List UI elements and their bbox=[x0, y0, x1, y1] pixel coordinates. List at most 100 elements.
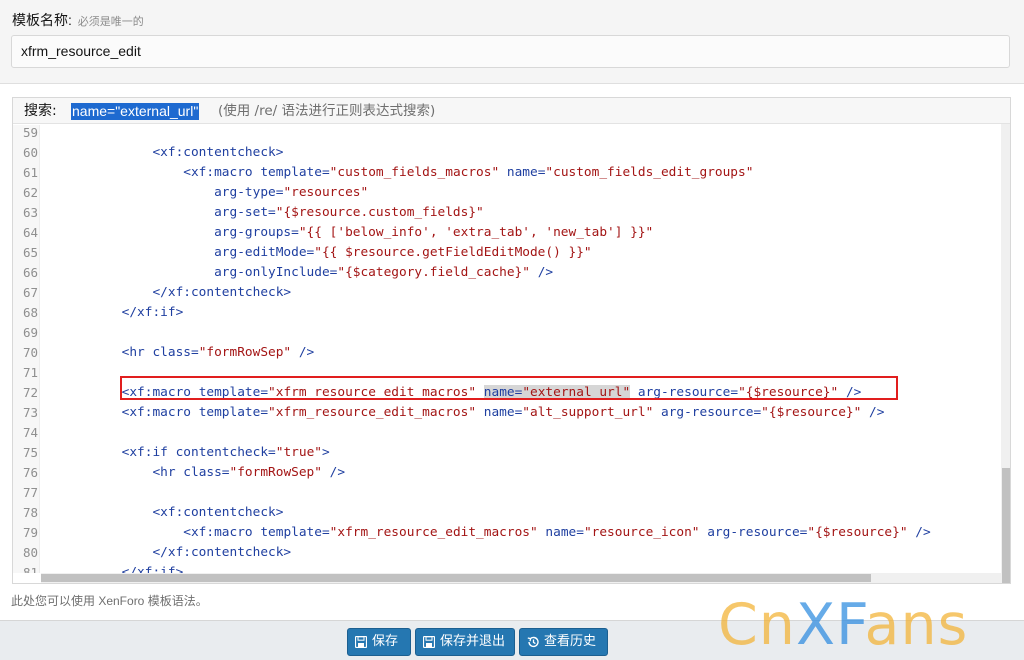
code-text: </xf:if> bbox=[60, 303, 184, 323]
code-text: <xf:if contentcheck="true"> bbox=[60, 443, 330, 463]
code-token: /> bbox=[861, 405, 885, 420]
code-token: </xf:contentcheck> bbox=[60, 285, 292, 300]
code-line[interactable]: 70 <hr class="formRowSep" /> bbox=[13, 343, 1001, 363]
line-number: 73 bbox=[22, 405, 38, 420]
code-text: <xf:macro template="xfrm_resource_edit_m… bbox=[60, 403, 885, 423]
code-token: </xf:if> bbox=[60, 565, 184, 573]
line-number: 74 bbox=[22, 425, 38, 440]
code-line[interactable]: 63 arg-set="{$resource.custom_fields}" bbox=[13, 203, 1001, 223]
code-line[interactable]: 62 arg-type="resources" bbox=[13, 183, 1001, 203]
code-text: arg-type="resources" bbox=[60, 183, 368, 203]
line-number: 77 bbox=[22, 485, 38, 500]
line-number: 63 bbox=[22, 205, 38, 220]
line-number: 65 bbox=[22, 245, 38, 260]
code-token: /> bbox=[907, 525, 931, 540]
search-bar: 搜索: name="external_url" (使用 /re/ 语法进行正则表… bbox=[13, 98, 1010, 124]
code-token: arg-set= bbox=[60, 205, 276, 220]
code-line[interactable]: 61 <xf:macro template="custom_fields_mac… bbox=[13, 163, 1001, 183]
code-token: /> bbox=[321, 465, 346, 480]
code-token: template= bbox=[260, 525, 330, 540]
code-token: template= bbox=[260, 165, 330, 180]
code-token: arg-type= bbox=[60, 185, 284, 200]
line-number: 60 bbox=[22, 145, 38, 160]
code-token: "{{ ['below_info', 'extra_tab', 'new_tab… bbox=[298, 225, 654, 240]
history-icon bbox=[527, 636, 539, 648]
line-number: 81 bbox=[22, 565, 38, 573]
code-lines[interactable]: 59 60 <xf:contentcheck> 61 <xf:macro templ… bbox=[13, 123, 1001, 573]
code-token: "custom_fields_edit_groups" bbox=[545, 165, 754, 180]
code-token: "{$resource}" bbox=[761, 405, 862, 420]
vertical-scrollbar-thumb[interactable] bbox=[1002, 468, 1010, 583]
code-line[interactable]: 81 </xf:if> bbox=[13, 563, 1001, 573]
code-line[interactable]: 59 bbox=[13, 123, 1001, 143]
code-token: "formRowSep" bbox=[198, 345, 292, 360]
save-button[interactable]: 保存 bbox=[347, 628, 411, 656]
code-token: <xf:macro bbox=[60, 165, 261, 180]
code-token: <hr bbox=[60, 345, 153, 360]
line-number: 66 bbox=[22, 265, 38, 280]
code-token: "{$resource}" bbox=[807, 525, 908, 540]
cnxfans-watermark-logo: CnXFans bbox=[718, 592, 969, 658]
code-token: name= bbox=[537, 525, 584, 540]
code-token: name= bbox=[499, 165, 546, 180]
search-input[interactable]: name="external_url" bbox=[71, 103, 200, 120]
line-number: 75 bbox=[22, 445, 38, 460]
code-token: /> bbox=[291, 345, 315, 360]
horizontal-scrollbar-thumb[interactable] bbox=[41, 574, 871, 582]
code-token: "resources" bbox=[283, 185, 369, 200]
line-number: 72 bbox=[22, 385, 38, 400]
code-editor[interactable]: 搜索: name="external_url" (使用 /re/ 语法进行正则表… bbox=[12, 97, 1011, 584]
code-token: template= bbox=[198, 405, 269, 420]
code-text: <xf:contentcheck> bbox=[60, 143, 283, 163]
code-token: "true" bbox=[275, 445, 322, 460]
code-token: /> bbox=[529, 265, 554, 280]
code-token: contentcheck= bbox=[175, 445, 276, 460]
line-number: 80 bbox=[22, 545, 38, 560]
code-token: "resource_icon" bbox=[583, 525, 700, 540]
save-exit-button-label: 保存并退出 bbox=[440, 634, 506, 649]
view-history-button[interactable]: 查看历史 bbox=[519, 628, 608, 656]
code-line[interactable]: 77 bbox=[13, 483, 1001, 503]
line-number: 59 bbox=[22, 125, 38, 140]
code-text: <xf:macro template="custom_fields_macros… bbox=[60, 163, 753, 183]
code-line[interactable]: 76 <hr class="formRowSep" /> bbox=[13, 463, 1001, 483]
code-line[interactable]: 67 </xf:contentcheck> bbox=[13, 283, 1001, 303]
code-token: name= bbox=[476, 405, 523, 420]
code-line[interactable]: 79 <xf:macro template="xfrm_resource_edi… bbox=[13, 523, 1001, 543]
code-token: class= bbox=[183, 465, 230, 480]
save-exit-button[interactable]: 保存并退出 bbox=[415, 628, 515, 656]
code-token: </xf:contentcheck> bbox=[60, 545, 292, 560]
code-line[interactable]: 80 </xf:contentcheck> bbox=[13, 543, 1001, 563]
code-line[interactable]: 66 arg-onlyInclude="{$category.field_cac… bbox=[13, 263, 1001, 283]
code-text: <hr class="formRowSep" /> bbox=[60, 463, 345, 483]
code-text: arg-onlyInclude="{$category.field_cache}… bbox=[60, 263, 553, 283]
line-number: 62 bbox=[22, 185, 38, 200]
save-button-label: 保存 bbox=[372, 634, 399, 649]
code-token: <xf:contentcheck> bbox=[60, 505, 284, 520]
line-number: 71 bbox=[22, 365, 38, 380]
code-line[interactable]: 75 <xf:if contentcheck="true"> bbox=[13, 443, 1001, 463]
code-line[interactable]: 74 bbox=[13, 423, 1001, 443]
line-number: 76 bbox=[22, 465, 38, 480]
template-title-input[interactable]: xfrm_resource_edit bbox=[11, 35, 1010, 68]
code-text: arg-groups="{{ ['below_info', 'extra_tab… bbox=[60, 223, 653, 243]
code-line[interactable]: 65 arg-editMode="{{ $resource.getFieldEd… bbox=[13, 243, 1001, 263]
code-token: <hr bbox=[60, 465, 184, 480]
code-token: arg-groups= bbox=[60, 225, 299, 240]
code-line[interactable]: 64 arg-groups="{{ ['below_info', 'extra_… bbox=[13, 223, 1001, 243]
search-label: 搜索: bbox=[24, 103, 57, 119]
code-line[interactable]: 73 <xf:macro template="xfrm_resource_edi… bbox=[13, 403, 1001, 423]
code-text: <hr class="formRowSep" /> bbox=[60, 343, 315, 363]
code-line[interactable]: 68 </xf:if> bbox=[13, 303, 1001, 323]
code-line[interactable]: 78 <xf:contentcheck> bbox=[13, 503, 1001, 523]
vertical-scrollbar[interactable] bbox=[1001, 124, 1010, 583]
line-number: 78 bbox=[22, 505, 38, 520]
code-token: > bbox=[321, 445, 330, 460]
code-token: class= bbox=[152, 345, 199, 360]
code-line[interactable]: 69 bbox=[13, 323, 1001, 343]
code-token: "{$category.field_cache}" bbox=[337, 265, 530, 280]
code-line[interactable]: 60 <xf:contentcheck> bbox=[13, 143, 1001, 163]
code-token: "alt_support_url" bbox=[522, 405, 654, 420]
template-title-hint: 必须是唯一的 bbox=[77, 16, 144, 28]
horizontal-scrollbar[interactable] bbox=[41, 573, 1001, 583]
